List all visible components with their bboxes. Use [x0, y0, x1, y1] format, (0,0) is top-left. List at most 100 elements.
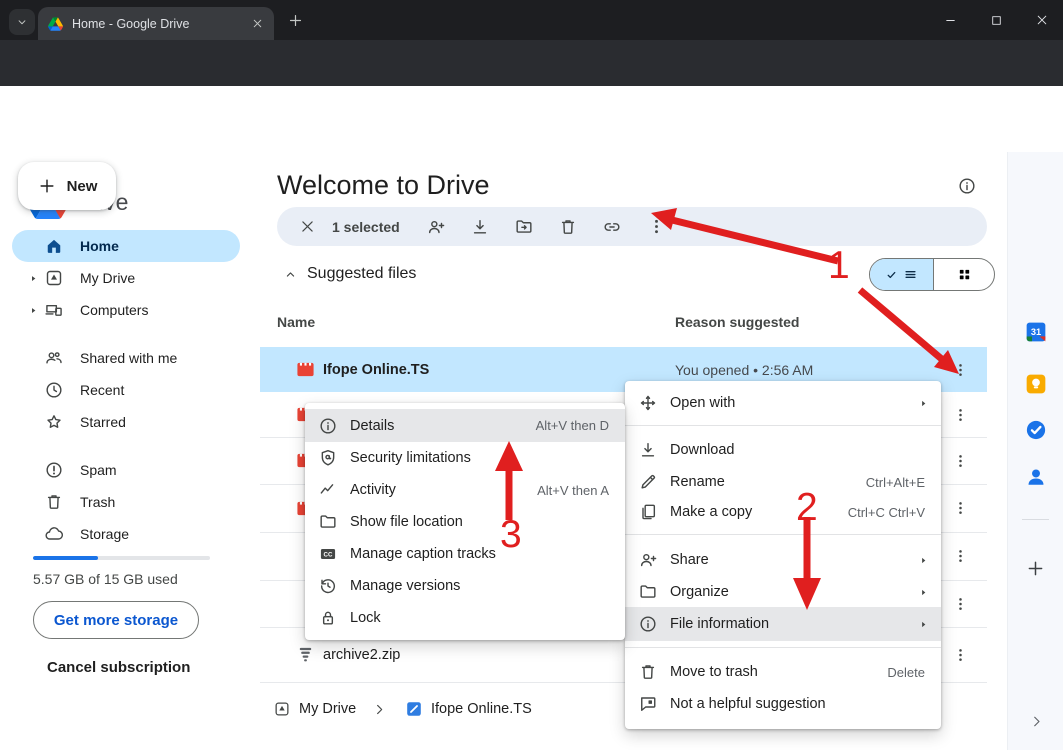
hide-panel-chevron-icon[interactable] — [1028, 713, 1045, 730]
sidebar-item-my-drive[interactable]: My Drive — [12, 262, 240, 294]
drive-header: Drive A — [0, 86, 1063, 152]
browser-toolbar: drive.google.com/drive/home {i} A — [0, 40, 1063, 86]
new-button[interactable]: New — [18, 162, 116, 210]
move-to-folder-icon[interactable] — [514, 217, 534, 237]
recent-clock-icon — [44, 380, 64, 400]
row-kebab-icon[interactable] — [952, 406, 969, 423]
clear-selection-icon[interactable] — [299, 218, 316, 235]
contacts-icon[interactable] — [1025, 466, 1047, 488]
storage-progress-fill — [33, 556, 98, 560]
share-person-add-icon[interactable] — [426, 217, 446, 237]
selected-count: 1 selected — [332, 219, 400, 235]
browser-tab[interactable]: Home - Google Drive — [38, 7, 274, 40]
calendar-icon[interactable]: 31 — [1025, 321, 1047, 343]
sidebar-item-trash[interactable]: Trash — [12, 486, 240, 518]
add-addon-icon[interactable] — [1025, 558, 1046, 579]
selection-toolbar: 1 selected — [277, 207, 987, 246]
submenu-caret-icon — [918, 619, 929, 630]
sidebar-item-storage[interactable]: Storage — [12, 518, 240, 550]
zip-file-icon — [296, 645, 315, 664]
companion-side-panel: 31 — [1007, 152, 1063, 750]
grid-view-button[interactable] — [934, 259, 994, 290]
menu-item-activity[interactable]: Activity Alt+V then A — [305, 474, 625, 506]
trash-icon — [638, 662, 658, 682]
expand-caret-icon[interactable] — [29, 306, 38, 315]
view-toggle — [869, 258, 995, 291]
list-view-button[interactable] — [870, 259, 934, 290]
collapse-section-chevron-icon[interactable] — [283, 267, 298, 282]
more-actions-kebab-icon[interactable] — [647, 217, 666, 236]
file-name: Ifope Online.TS — [323, 362, 429, 378]
download-icon[interactable] — [470, 217, 490, 237]
menu-item-download[interactable]: Download — [625, 433, 941, 467]
keep-icon[interactable] — [1025, 373, 1047, 395]
menu-item-manage-caption-tracks[interactable]: CC Manage caption tracks — [305, 538, 625, 570]
menu-item-show-file-location[interactable]: Show file location — [305, 506, 625, 538]
page-info-icon[interactable] — [957, 176, 977, 196]
video-file-icon — [296, 360, 315, 379]
svg-text:CC: CC — [324, 551, 333, 558]
shared-people-icon — [44, 348, 64, 368]
sidebar-item-recent[interactable]: Recent — [12, 374, 240, 406]
browser-titlebar: Home - Google Drive — [0, 0, 1063, 40]
sidebar-item-starred[interactable]: Starred — [12, 406, 240, 438]
my-drive-icon — [44, 268, 64, 288]
download-icon — [638, 440, 658, 460]
menu-item-make-a-copy[interactable]: Make a copy Ctrl+C Ctrl+V — [625, 495, 941, 529]
sidebar-item-computers[interactable]: Computers — [12, 294, 240, 326]
row-kebab-icon[interactable] — [952, 548, 969, 565]
window-minimize-button[interactable] — [935, 7, 965, 33]
panel-divider — [1022, 519, 1049, 520]
tasks-icon[interactable] — [1025, 419, 1047, 441]
submenu-caret-icon — [918, 587, 929, 598]
cloud-icon — [44, 524, 64, 544]
column-header-reason[interactable]: Reason suggested — [675, 314, 799, 330]
breadcrumb-file[interactable]: Ifope Online.TS — [431, 701, 532, 717]
tab-search-button[interactable] — [9, 9, 35, 35]
copy-icon — [638, 502, 658, 522]
menu-item-manage-versions[interactable]: Manage versions — [305, 570, 625, 602]
not-helpful-feedback-icon — [638, 694, 658, 714]
sidebar-item-spam[interactable]: Spam — [12, 454, 240, 486]
menu-item-details[interactable]: Details Alt+V then D — [305, 409, 625, 442]
row-kebab-icon[interactable] — [952, 500, 969, 517]
row-kebab-icon[interactable] — [952, 361, 969, 378]
window-close-button[interactable] — [1027, 7, 1057, 33]
sidebar-item-shared-with-me[interactable]: Shared with me — [12, 342, 240, 374]
cancel-subscription-link[interactable]: Cancel subscription — [47, 659, 190, 676]
tab-close-icon[interactable] — [251, 17, 264, 30]
organize-folder-icon — [638, 582, 658, 602]
storage-used-text: 5.57 GB of 15 GB used — [33, 571, 178, 587]
file-reason: You opened • 2:56 AM — [675, 362, 813, 378]
window-maximize-button[interactable] — [981, 7, 1011, 33]
closed-captions-icon: CC — [318, 544, 338, 564]
tab-title: Home - Google Drive — [72, 17, 251, 31]
trash-icon — [44, 492, 64, 512]
menu-item-rename[interactable]: Rename Ctrl+Alt+E — [625, 465, 941, 499]
menu-item-move-to-trash[interactable]: Move to trash Delete — [625, 655, 941, 689]
get-more-storage-button[interactable]: Get more storage — [33, 601, 199, 639]
chevron-down-icon — [15, 15, 29, 29]
screen: Home - Google Drive drive.google.com/dri… — [0, 0, 1063, 750]
menu-item-not-helpful[interactable]: Not a helpful suggestion — [625, 687, 941, 721]
new-tab-icon[interactable] — [287, 12, 304, 29]
trash-icon[interactable] — [558, 217, 578, 237]
menu-item-file-information[interactable]: File information — [625, 607, 941, 641]
expand-caret-icon[interactable] — [29, 274, 38, 283]
list-view-icon — [903, 267, 918, 282]
home-filled-icon — [44, 236, 64, 256]
menu-item-share[interactable]: Share — [625, 543, 941, 577]
menu-item-security-limitations[interactable]: Security limitations — [305, 442, 625, 474]
details-info-icon — [318, 416, 338, 436]
menu-item-open-with[interactable]: Open with — [625, 386, 941, 420]
breadcrumb-parent[interactable]: My Drive — [299, 701, 356, 717]
column-header-name[interactable]: Name — [277, 314, 315, 330]
row-kebab-icon[interactable] — [952, 452, 969, 469]
row-kebab-icon[interactable] — [952, 646, 969, 663]
section-title: Suggested files — [307, 265, 416, 283]
menu-item-organize[interactable]: Organize — [625, 575, 941, 609]
copy-link-icon[interactable] — [602, 217, 622, 237]
row-kebab-icon[interactable] — [952, 595, 969, 612]
menu-item-lock[interactable]: Lock — [305, 602, 625, 634]
sidebar-item-home[interactable]: Home — [12, 230, 240, 262]
